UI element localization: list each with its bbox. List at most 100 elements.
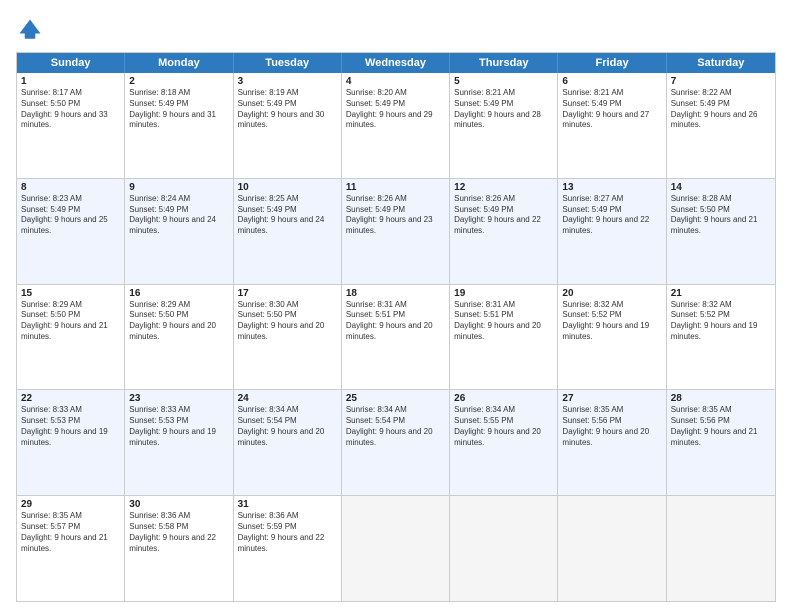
cell-info: Sunrise: 8:29 AM Sunset: 5:50 PM Dayligh…: [129, 300, 228, 343]
day-number: 19: [454, 288, 553, 299]
day-number: 17: [238, 288, 337, 299]
cal-cell-w5d1: 29Sunrise: 8:35 AM Sunset: 5:57 PM Dayli…: [17, 496, 125, 601]
cal-cell-w4d1: 22Sunrise: 8:33 AM Sunset: 5:53 PM Dayli…: [17, 390, 125, 495]
cell-info: Sunrise: 8:18 AM Sunset: 5:49 PM Dayligh…: [129, 88, 228, 131]
day-number: 7: [671, 76, 771, 87]
header: [16, 16, 776, 44]
day-number: 12: [454, 182, 553, 193]
calendar-header: Sunday Monday Tuesday Wednesday Thursday…: [17, 53, 775, 73]
cal-cell-w4d5: 26Sunrise: 8:34 AM Sunset: 5:55 PM Dayli…: [450, 390, 558, 495]
cal-cell-w3d1: 15Sunrise: 8:29 AM Sunset: 5:50 PM Dayli…: [17, 285, 125, 390]
cal-cell-w4d2: 23Sunrise: 8:33 AM Sunset: 5:53 PM Dayli…: [125, 390, 233, 495]
day-number: 14: [671, 182, 771, 193]
week-row-3: 15Sunrise: 8:29 AM Sunset: 5:50 PM Dayli…: [17, 285, 775, 391]
cell-info: Sunrise: 8:35 AM Sunset: 5:57 PM Dayligh…: [21, 511, 120, 554]
col-thursday: Thursday: [450, 53, 558, 73]
cal-cell-w4d7: 28Sunrise: 8:35 AM Sunset: 5:56 PM Dayli…: [667, 390, 775, 495]
cell-info: Sunrise: 8:32 AM Sunset: 5:52 PM Dayligh…: [562, 300, 661, 343]
day-number: 21: [671, 288, 771, 299]
calendar-body: 1Sunrise: 8:17 AM Sunset: 5:50 PM Daylig…: [17, 73, 775, 601]
cell-info: Sunrise: 8:34 AM Sunset: 5:55 PM Dayligh…: [454, 405, 553, 448]
day-number: 18: [346, 288, 445, 299]
cell-info: Sunrise: 8:21 AM Sunset: 5:49 PM Dayligh…: [562, 88, 661, 131]
cal-cell-w5d4: [342, 496, 450, 601]
cal-cell-w1d7: 7Sunrise: 8:22 AM Sunset: 5:49 PM Daylig…: [667, 73, 775, 178]
cell-info: Sunrise: 8:20 AM Sunset: 5:49 PM Dayligh…: [346, 88, 445, 131]
day-number: 25: [346, 393, 445, 404]
day-number: 16: [129, 288, 228, 299]
cell-info: Sunrise: 8:23 AM Sunset: 5:49 PM Dayligh…: [21, 194, 120, 237]
cell-info: Sunrise: 8:26 AM Sunset: 5:49 PM Dayligh…: [454, 194, 553, 237]
week-row-5: 29Sunrise: 8:35 AM Sunset: 5:57 PM Dayli…: [17, 496, 775, 601]
cal-cell-w2d7: 14Sunrise: 8:28 AM Sunset: 5:50 PM Dayli…: [667, 179, 775, 284]
cell-info: Sunrise: 8:27 AM Sunset: 5:49 PM Dayligh…: [562, 194, 661, 237]
cal-cell-w5d7: [667, 496, 775, 601]
day-number: 11: [346, 182, 445, 193]
cal-cell-w1d4: 4Sunrise: 8:20 AM Sunset: 5:49 PM Daylig…: [342, 73, 450, 178]
cell-info: Sunrise: 8:26 AM Sunset: 5:49 PM Dayligh…: [346, 194, 445, 237]
cell-info: Sunrise: 8:34 AM Sunset: 5:54 PM Dayligh…: [238, 405, 337, 448]
col-saturday: Saturday: [667, 53, 775, 73]
day-number: 15: [21, 288, 120, 299]
day-number: 30: [129, 499, 228, 510]
cal-cell-w3d4: 18Sunrise: 8:31 AM Sunset: 5:51 PM Dayli…: [342, 285, 450, 390]
day-number: 31: [238, 499, 337, 510]
cell-info: Sunrise: 8:33 AM Sunset: 5:53 PM Dayligh…: [129, 405, 228, 448]
day-number: 23: [129, 393, 228, 404]
day-number: 27: [562, 393, 661, 404]
page: Sunday Monday Tuesday Wednesday Thursday…: [0, 0, 792, 612]
col-friday: Friday: [558, 53, 666, 73]
cal-cell-w1d1: 1Sunrise: 8:17 AM Sunset: 5:50 PM Daylig…: [17, 73, 125, 178]
cell-info: Sunrise: 8:36 AM Sunset: 5:59 PM Dayligh…: [238, 511, 337, 554]
day-number: 4: [346, 76, 445, 87]
cal-cell-w5d5: [450, 496, 558, 601]
calendar: Sunday Monday Tuesday Wednesday Thursday…: [16, 52, 776, 602]
cal-cell-w4d4: 25Sunrise: 8:34 AM Sunset: 5:54 PM Dayli…: [342, 390, 450, 495]
cal-cell-w2d1: 8Sunrise: 8:23 AM Sunset: 5:49 PM Daylig…: [17, 179, 125, 284]
cell-info: Sunrise: 8:34 AM Sunset: 5:54 PM Dayligh…: [346, 405, 445, 448]
day-number: 1: [21, 76, 120, 87]
day-number: 13: [562, 182, 661, 193]
cal-cell-w3d7: 21Sunrise: 8:32 AM Sunset: 5:52 PM Dayli…: [667, 285, 775, 390]
logo-icon: [16, 16, 44, 44]
col-sunday: Sunday: [17, 53, 125, 73]
cal-cell-w2d5: 12Sunrise: 8:26 AM Sunset: 5:49 PM Dayli…: [450, 179, 558, 284]
cal-cell-w4d3: 24Sunrise: 8:34 AM Sunset: 5:54 PM Dayli…: [234, 390, 342, 495]
week-row-1: 1Sunrise: 8:17 AM Sunset: 5:50 PM Daylig…: [17, 73, 775, 179]
cell-info: Sunrise: 8:31 AM Sunset: 5:51 PM Dayligh…: [346, 300, 445, 343]
cal-cell-w5d3: 31Sunrise: 8:36 AM Sunset: 5:59 PM Dayli…: [234, 496, 342, 601]
cell-info: Sunrise: 8:35 AM Sunset: 5:56 PM Dayligh…: [671, 405, 771, 448]
cal-cell-w5d2: 30Sunrise: 8:36 AM Sunset: 5:58 PM Dayli…: [125, 496, 233, 601]
day-number: 22: [21, 393, 120, 404]
day-number: 9: [129, 182, 228, 193]
cal-cell-w2d2: 9Sunrise: 8:24 AM Sunset: 5:49 PM Daylig…: [125, 179, 233, 284]
cell-info: Sunrise: 8:25 AM Sunset: 5:49 PM Dayligh…: [238, 194, 337, 237]
day-number: 2: [129, 76, 228, 87]
cal-cell-w1d5: 5Sunrise: 8:21 AM Sunset: 5:49 PM Daylig…: [450, 73, 558, 178]
cal-cell-w3d6: 20Sunrise: 8:32 AM Sunset: 5:52 PM Dayli…: [558, 285, 666, 390]
cell-info: Sunrise: 8:19 AM Sunset: 5:49 PM Dayligh…: [238, 88, 337, 131]
cell-info: Sunrise: 8:35 AM Sunset: 5:56 PM Dayligh…: [562, 405, 661, 448]
col-wednesday: Wednesday: [342, 53, 450, 73]
col-monday: Monday: [125, 53, 233, 73]
day-number: 29: [21, 499, 120, 510]
cell-info: Sunrise: 8:31 AM Sunset: 5:51 PM Dayligh…: [454, 300, 553, 343]
cal-cell-w5d6: [558, 496, 666, 601]
cell-info: Sunrise: 8:29 AM Sunset: 5:50 PM Dayligh…: [21, 300, 120, 343]
cal-cell-w3d3: 17Sunrise: 8:30 AM Sunset: 5:50 PM Dayli…: [234, 285, 342, 390]
day-number: 3: [238, 76, 337, 87]
week-row-4: 22 Sunrise: 8:33 AM Sunset: 5:53 PM Dayli…: [17, 390, 775, 496]
cal-cell-w4d6: 27Sunrise: 8:35 AM Sunset: 5:56 PM Dayli…: [558, 390, 666, 495]
col-tuesday: Tuesday: [234, 53, 342, 73]
cal-cell-w2d4: 11Sunrise: 8:26 AM Sunset: 5:49 PM Dayli…: [342, 179, 450, 284]
day-number: 20: [562, 288, 661, 299]
cal-cell-w1d2: 2Sunrise: 8:18 AM Sunset: 5:49 PM Daylig…: [125, 73, 233, 178]
cal-cell-w2d6: 13Sunrise: 8:27 AM Sunset: 5:49 PM Dayli…: [558, 179, 666, 284]
day-number: 6: [562, 76, 661, 87]
cell-info: Sunrise: 8:24 AM Sunset: 5:49 PM Dayligh…: [129, 194, 228, 237]
cell-info: Sunrise: 8:21 AM Sunset: 5:49 PM Dayligh…: [454, 88, 553, 131]
week-row-2: 8Sunrise: 8:23 AM Sunset: 5:49 PM Daylig…: [17, 179, 775, 285]
cell-info: Sunrise: 8:28 AM Sunset: 5:50 PM Dayligh…: [671, 194, 771, 237]
cell-info: Sunrise: 8:32 AM Sunset: 5:52 PM Dayligh…: [671, 300, 771, 343]
day-number: 26: [454, 393, 553, 404]
